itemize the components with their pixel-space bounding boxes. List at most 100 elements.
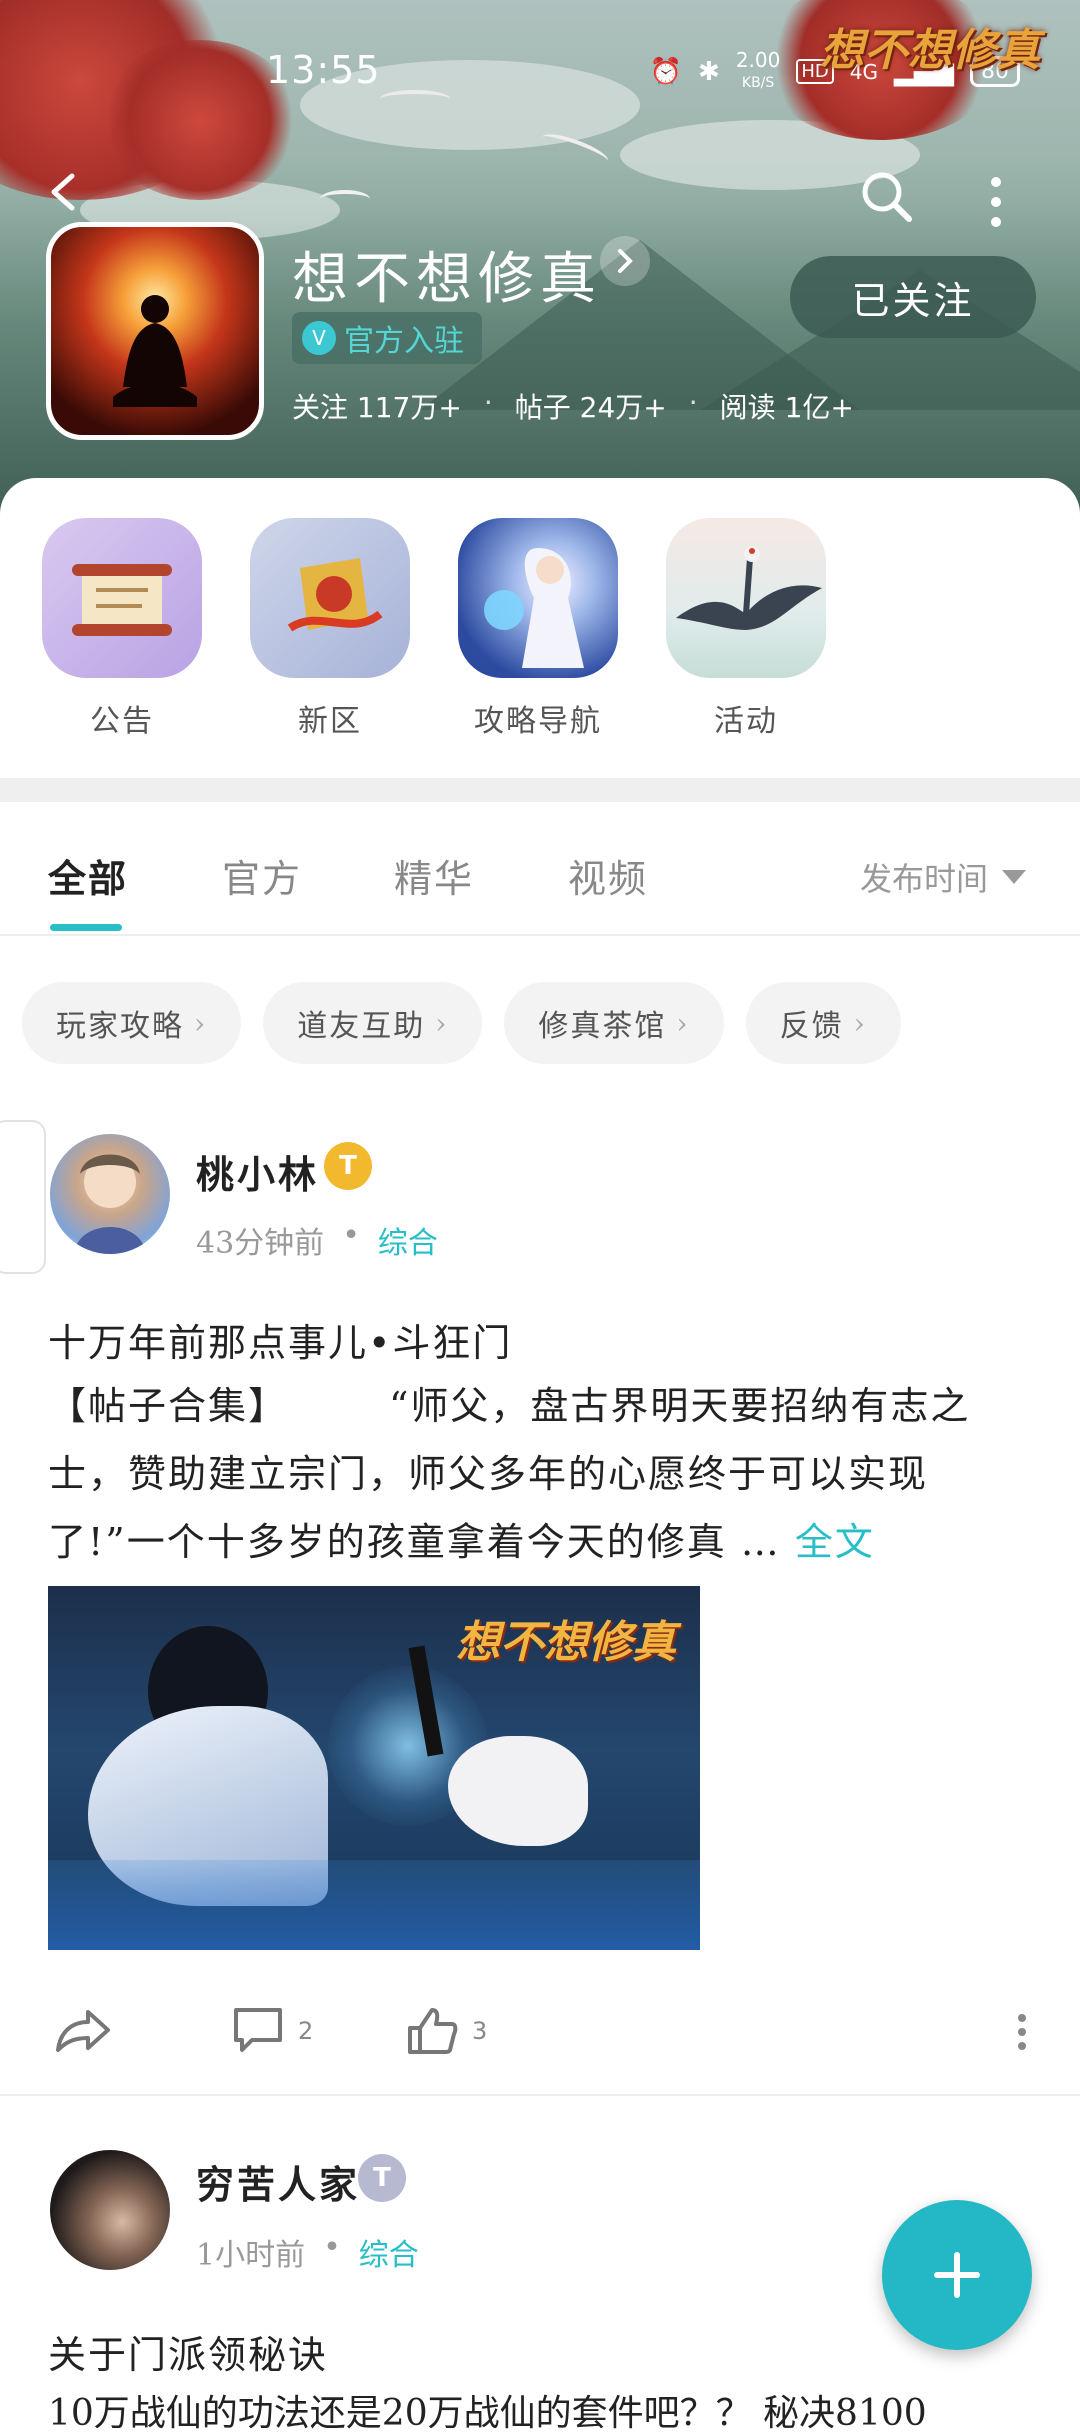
image-crane-body [448,1736,588,1846]
section-divider [0,778,1080,802]
quick-access-card: 公告 新区 攻略导航 活动 [0,478,1080,778]
search-icon[interactable] [858,168,914,224]
level-badge: T [324,1142,372,1190]
quick-access-events[interactable]: 活动 [666,518,826,740]
official-badge: V 官方入驻 [292,312,482,364]
comment-count: 2 [298,2017,314,2045]
caret-down-icon [1002,870,1026,884]
quick-access-label: 攻略导航 [474,704,602,739]
scroll-icon [42,518,202,678]
more-vertical-icon[interactable] [986,172,1006,232]
network-speed-value: 2.00 [735,48,781,72]
official-badge-label: 官方入驻 [344,324,464,359]
chip-label: 修真茶馆 [538,1009,667,1044]
topic-chips: 玩家攻略 › 道友互助 › 修真茶馆 › 反馈 › [22,982,901,1064]
feed-tabs: 全部 官方 精华 视频 发布时间 [0,802,1080,936]
meta-dot: • [342,1218,360,1253]
author-name[interactable]: 穷苦人家 [196,2154,360,2209]
post-time: 43分钟前 [196,1226,325,1261]
sort-dropdown[interactable]: 发布时间 [860,854,1026,900]
chip-label: 反馈 [779,1009,844,1044]
chip-tea-house[interactable]: 修真茶馆 › [504,982,724,1064]
image-water [48,1860,700,1950]
like-button[interactable]: 3 [406,2006,487,2056]
sort-label: 发布时间 [859,860,988,898]
chip-player-guides[interactable]: 玩家攻略 › [22,982,242,1064]
meta-dot: • [323,2230,341,2265]
quick-access-new-server[interactable]: 新区 [250,518,410,740]
quick-access-label: 公告 [90,704,154,739]
stat-reads-value: 1亿+ [784,391,854,424]
alarm-icon: ⏰ [649,56,683,87]
comment-icon [234,2008,282,2052]
share-button[interactable] [52,2006,112,2056]
chevron-right-icon: › [676,1006,690,1040]
quick-access-guide[interactable]: 攻略导航 [458,518,618,740]
meditating-figure-icon [113,295,197,407]
chevron-right-icon: › [194,1006,208,1040]
tab-featured[interactable]: 精华 [394,848,474,903]
post-separator [0,2094,1080,2096]
stat-posts: 帖子 24万+ [515,386,667,426]
thumbs-up-icon [408,2008,458,2054]
post-actions: 2 3 [0,1992,1080,2072]
post-title[interactable]: 关于门派领秘诀 [48,2324,328,2379]
post-title[interactable]: 十万年前那点事儿•斗狂门 [48,1312,512,1367]
like-count: 3 [472,2017,488,2045]
post-time: 1小时前 [196,2238,306,2273]
game-title[interactable]: 想不想修真 [292,234,602,315]
tab-official[interactable]: 官方 [222,848,302,903]
chevron-right-icon: › [435,1006,449,1040]
post-meta: 43分钟前 • 综合 [196,1218,438,1262]
back-arrow-icon[interactable] [44,172,84,212]
stat-followers-value: 117万+ [356,391,462,424]
avatar[interactable] [50,2150,170,2270]
quick-access-announcement[interactable]: 公告 [42,518,202,740]
chevron-right-icon: › [853,1006,867,1040]
chevron-right-icon[interactable] [600,236,650,286]
chip-feedback[interactable]: 反馈 › [745,982,901,1064]
post-category[interactable]: 综合 [378,1218,438,1262]
chip-label: 道友互助 [297,1009,426,1044]
side-drawer-handle[interactable] [0,1120,46,1274]
avatar[interactable] [50,1134,170,1254]
post-meta: 1小时前 • 综合 [196,2230,419,2274]
stat-followers-label: 关注 [292,391,349,424]
share-icon [56,2010,110,2052]
quick-access-label: 活动 [714,704,778,739]
post-body-text[interactable]: 10万战仙的功法还是20万战仙的套件吧？？ 秘决8100 [48,2384,927,2436]
chip-mutual-help[interactable]: 道友互助 › [263,982,483,1064]
read-more-link[interactable]: 全文 [795,1520,875,1564]
game-avatar[interactable] [46,222,264,440]
crane-icon [666,518,826,678]
quick-access-label: 新区 [298,704,362,739]
status-time: 13:55 [266,48,381,92]
tab-video[interactable]: 视频 [568,848,648,903]
stat-separator: · [688,386,698,419]
stat-posts-label: 帖子 [514,391,571,424]
active-tab-indicator [50,924,122,931]
chip-label: 玩家攻略 [56,1009,184,1044]
fairy-icon [458,518,618,678]
post-body[interactable]: 【帖子合集】 “师父，盘古界明天要招纳有志之士，赞助建立宗门，师父多年的心愿终于… [48,1372,1028,1576]
post-image-logo: 想不想修真 [456,1617,676,1668]
stat-reads-label: 阅读 [719,391,776,424]
post-category[interactable]: 综合 [359,2230,419,2274]
author-name[interactable]: 桃小林 [196,1144,319,1199]
create-post-button[interactable] [882,2200,1032,2350]
level-badge: T [358,2154,406,2202]
game-logo-corner: 想不想修真 [820,25,1040,76]
bluetooth-icon: ✱ [698,56,720,87]
verified-icon: V [302,321,336,355]
stat-separator: · [483,386,493,419]
more-options-icon[interactable] [1016,2012,1028,2052]
forum-stats: 关注 117万+ · 帖子 24万+ · 阅读 1亿+ [292,386,854,426]
stat-followers: 关注 117万+ [292,386,462,426]
tab-all[interactable]: 全部 [48,848,128,903]
follow-button[interactable]: 已关注 [790,256,1036,338]
stat-reads: 阅读 1亿+ [720,386,854,426]
stat-posts-value: 24万+ [579,391,667,424]
post-image[interactable]: 想不想修真 [48,1586,700,1950]
comment-button[interactable]: 2 [232,2006,313,2056]
gift-icon [250,518,410,678]
